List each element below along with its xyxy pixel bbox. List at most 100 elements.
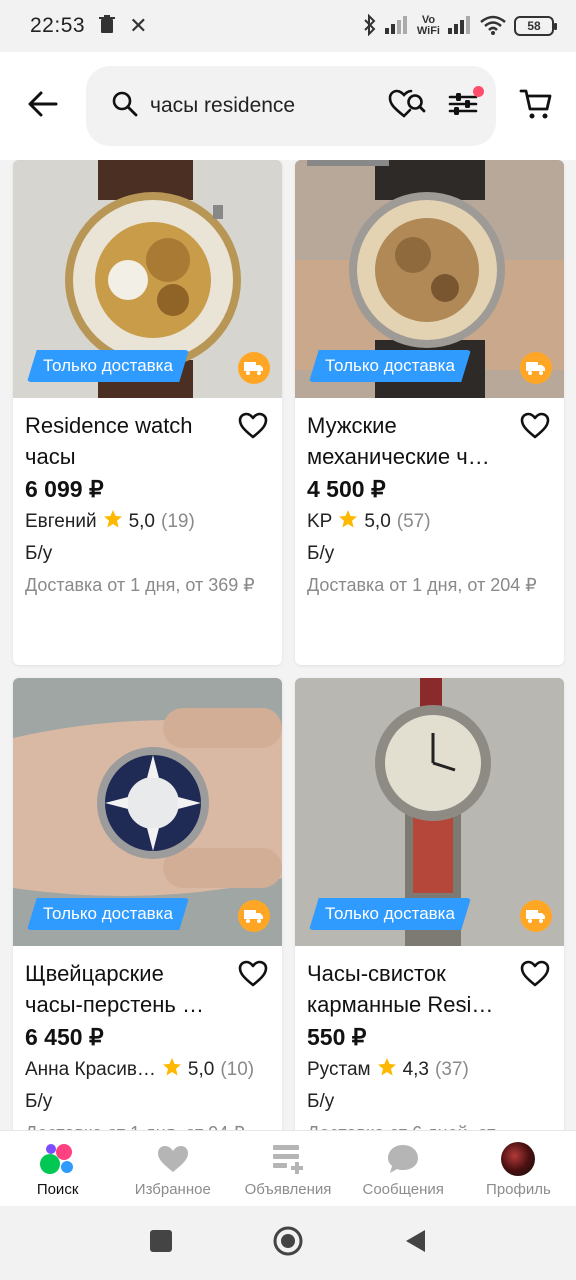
nav-label: Сообщения [362,1181,444,1198]
listing-card[interactable]: Только доставка Мужские механические ч… … [295,160,564,665]
nav-favorites[interactable]: Избранное [115,1131,230,1206]
search-dots-icon [39,1141,77,1177]
listing-photo[interactable]: Только доставка [13,678,282,946]
favorite-heart-icon[interactable] [238,960,268,992]
truck-icon [520,900,552,932]
listing-price: 4 500 ₽ [307,476,386,502]
listing-condition: Б/у [307,1091,335,1112]
rating-count: (10) [220,1059,255,1080]
listing-card[interactable]: Только доставка Щвейцарские часы-перстен… [13,678,282,1130]
nav-messages[interactable]: Сообщения [346,1131,461,1206]
seller-name: KP [307,511,333,532]
nav-search[interactable]: Поиск [0,1131,115,1206]
trash-icon [99,14,116,38]
heart-icon [156,1141,190,1177]
listing-title[interactable]: Щвейцарские часы-перстень … [25,958,270,1020]
seller-name: Рустам [307,1059,371,1080]
seller-info: Рустам 4,3 (37) [307,1057,552,1083]
wifi-icon [480,15,506,38]
rating-count: (19) [161,511,195,532]
listing-condition: Б/у [25,543,53,564]
listing-photo[interactable]: Только доставка [295,678,564,946]
status-time: 22:53 [30,14,86,37]
delivery-info: Доставка от 6 дней, от [307,1119,552,1130]
star-icon [103,509,123,535]
cart-icon [519,87,553,126]
rating-value: 4,3 [402,1059,429,1080]
favorite-heart-icon[interactable] [520,412,550,444]
close-icon: ✕ [129,13,148,38]
listing-price: 6 450 ₽ [25,1024,104,1050]
search-bar[interactable]: часы residence [86,66,496,146]
back-button[interactable] [0,66,86,146]
bottom-navigation: Поиск Избранное Объявления Сообщения Про… [0,1130,576,1206]
listing-price: 6 099 ₽ [25,476,104,502]
listing-card[interactable]: Только доставка Часы-свисток карманные R… [295,678,564,1130]
bluetooth-icon [363,13,377,39]
listing-price: 550 ₽ [307,1024,367,1050]
avatar-wrap [501,1141,536,1177]
rating-count: (57) [396,511,431,532]
listing-title[interactable]: Мужские механические ч… [307,410,552,472]
nav-label: Поиск [36,1181,79,1198]
truck-icon [238,352,270,384]
listing-condition: Б/у [25,1091,53,1112]
signal-icon-2 [448,15,472,37]
recent-apps-button[interactable] [149,1229,173,1258]
filter-active-dot [473,85,484,97]
listing-condition: Б/у [307,543,335,564]
listings-grid: Только доставка Residence watch часы 6 0… [0,160,576,1130]
signal-icon [384,15,409,37]
status-bar: 22:53 ✕ Vo WiFi 58 [0,0,576,52]
delivery-only-badge: Только доставка [27,350,189,382]
nav-label: Объявления [244,1181,332,1198]
seller-info: KP 5,0 (57) [307,509,552,535]
home-button[interactable] [272,1225,304,1262]
nav-listings[interactable]: Объявления [230,1131,345,1206]
chat-bubble-icon [386,1141,420,1177]
seller-name: Евгений [25,511,97,532]
seller-info: Евгений 5,0 (19) [25,509,270,535]
delivery-only-badge: Только доставка [309,350,471,382]
listings-add-icon [271,1141,305,1177]
nav-label: Избранное [134,1181,211,1198]
avatar [501,1142,536,1176]
rating-value: 5,0 [128,511,155,532]
search-icon [112,91,138,122]
seller-info: Анна Красив… 5,0 (10) [25,1057,270,1083]
rating-value: 5,0 [364,511,391,532]
listing-title[interactable]: Residence watch часы [25,410,270,472]
star-icon [338,509,358,535]
battery-indicator: 58 [514,16,557,36]
listing-photo[interactable]: Только доставка [13,160,282,398]
search-input[interactable]: часы residence [150,94,388,118]
filter-button[interactable] [448,85,484,122]
back-nav-button[interactable] [403,1228,427,1259]
nav-profile[interactable]: Профиль [461,1131,576,1206]
delivery-only-badge: Только доставка [309,898,471,930]
rating-count: (37) [435,1059,469,1080]
star-icon [162,1057,182,1083]
save-search-icon[interactable] [388,89,426,124]
listing-card[interactable]: Только доставка Residence watch часы 6 0… [13,160,282,665]
delivery-info: Доставка от 1 дня, от 204 ₽ [307,575,537,595]
rating-value: 5,0 [187,1059,215,1080]
system-navigation-bar [0,1206,576,1280]
truck-icon [238,900,270,932]
vowifi-bottom: WiFi [416,25,440,37]
listing-title[interactable]: Часы-свисток карманные Resi… [307,958,552,1020]
vowifi-indicator: Vo WiFi [417,15,440,37]
nav-label: Профиль [486,1181,551,1198]
cart-button[interactable] [496,66,576,146]
favorite-heart-icon[interactable] [520,960,550,992]
favorite-heart-icon[interactable] [238,412,268,444]
delivery-only-badge: Только доставка [27,898,189,930]
delivery-info: Доставка от 1 дня, от 369 ₽ [25,575,255,595]
seller-name: Анна Красив… [25,1059,156,1080]
listing-photo[interactable]: Только доставка [295,160,564,398]
truck-icon [520,352,552,384]
star-icon [377,1057,397,1083]
delivery-info: Доставка от 1 дня, от 94 ₽ [25,1119,270,1130]
app-header: часы residence [0,52,576,160]
back-arrow-icon [28,91,58,122]
